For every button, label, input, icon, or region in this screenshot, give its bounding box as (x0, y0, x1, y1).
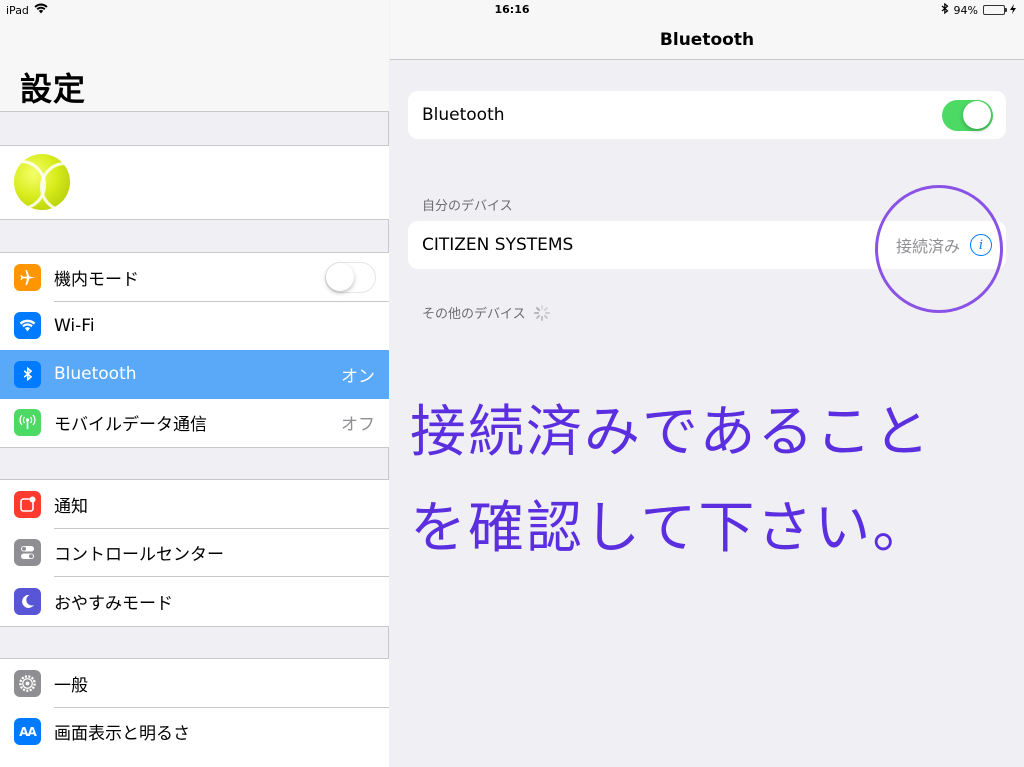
bluetooth-icon (14, 360, 41, 388)
loading-spinner-icon (533, 304, 550, 321)
my-devices-header: 自分のデバイス (422, 199, 513, 214)
highlight-circle (875, 185, 1003, 313)
status-right: 94% (941, 2, 1016, 17)
general-group: 一般 AA 画面表示と明るさ (0, 658, 389, 767)
sidebar-item-label: 通知 (54, 496, 88, 517)
sidebar-item-label: 画面表示と明るさ (54, 724, 190, 745)
notification-icon (14, 490, 41, 518)
ipad-screen: 設定 機内モード Wi-Fi Bluetooth オンモバイルデータ通信 オフ 通知コン… (0, 0, 1024, 767)
sidebar-item-display-brightness[interactable]: AA 画面表示と明るさ (0, 707, 389, 756)
annotation-line-1: 接続済みであること (410, 400, 932, 465)
toggle-knob (326, 262, 354, 291)
airplane-mode-toggle[interactable] (325, 261, 376, 293)
sidebar-item-control-center[interactable]: コントロールセンター (0, 528, 389, 577)
gear-icon (14, 669, 41, 697)
sidebar-item-label: モバイルデータ通信 (54, 415, 207, 436)
sidebar-item-label: 機内モード (54, 269, 139, 290)
bluetooth-detail-pane: Bluetooth Bluetooth 自分のデバイス CITIZEN SYST… (390, 0, 1024, 767)
toggle-knob (963, 100, 991, 129)
connectivity-group: 機内モード Wi-Fi Bluetooth オンモバイルデータ通信 オフ (0, 252, 389, 448)
other-devices-header: その他のデバイス (422, 307, 526, 322)
sidebar-item-mobile-data[interactable]: モバイルデータ通信 オフ (0, 398, 389, 447)
bluetooth-toggle[interactable] (942, 99, 993, 131)
sidebar-item-label: Bluetooth (54, 364, 137, 385)
status-time: 16:16 (494, 3, 530, 16)
device-name: CITIZEN SYSTEMS (422, 235, 574, 255)
sidebar-item-value: オン (341, 366, 375, 387)
sidebar-item-airplane-mode[interactable]: 機内モード (0, 253, 389, 302)
bluetooth-toggle-label: Bluetooth (422, 105, 505, 125)
sidebar-item-bluetooth[interactable]: Bluetooth オン (0, 350, 389, 399)
sidebar-item-label: コントロールセンター (54, 545, 224, 566)
instruction-annotation: 接続済みであること を確認して下さい。 (410, 385, 1020, 577)
avatar (14, 154, 70, 210)
profile-row[interactable] (0, 145, 389, 220)
sidebar-item-do-not-disturb[interactable]: おやすみモード (0, 577, 389, 626)
sidebar-item-general[interactable]: 一般 (0, 659, 389, 708)
antenna-icon (14, 409, 41, 437)
battery-icon (983, 5, 1007, 15)
sidebar-item-notifications[interactable]: 通知 (0, 480, 389, 529)
text-size-icon: AA (14, 718, 41, 746)
switches-icon (14, 539, 41, 567)
bluetooth-toggle-row: Bluetooth (408, 91, 1006, 139)
sidebar-item-label: おやすみモード (54, 593, 173, 614)
settings-master-pane: 設定 機内モード Wi-Fi Bluetooth オンモバイルデータ通信 オフ 通知コン… (0, 0, 389, 767)
status-bar: iPad 16:16 94% (0, 0, 1024, 20)
sidebar-item-label: 一般 (54, 675, 88, 696)
sidebar-item-label: Wi-Fi (54, 315, 95, 336)
sidebar-item-value: オフ (341, 415, 375, 436)
sidebar-item-wifi[interactable]: Wi-Fi (0, 301, 389, 350)
wifi-icon (14, 312, 41, 340)
charging-icon (1010, 3, 1016, 17)
bluetooth-status-icon (941, 2, 949, 17)
notifications-group: 通知コントロールセンター おやすみモード (0, 479, 389, 627)
detail-title: Bluetooth (659, 30, 755, 50)
moon-icon (14, 587, 41, 615)
battery-percent: 94% (953, 3, 978, 17)
annotation-line-2: を確認して下さい。 (410, 496, 931, 561)
airplane-icon (14, 263, 41, 291)
page-title: 設定 (20, 70, 87, 108)
other-devices-header-row: その他のデバイス (422, 303, 550, 322)
